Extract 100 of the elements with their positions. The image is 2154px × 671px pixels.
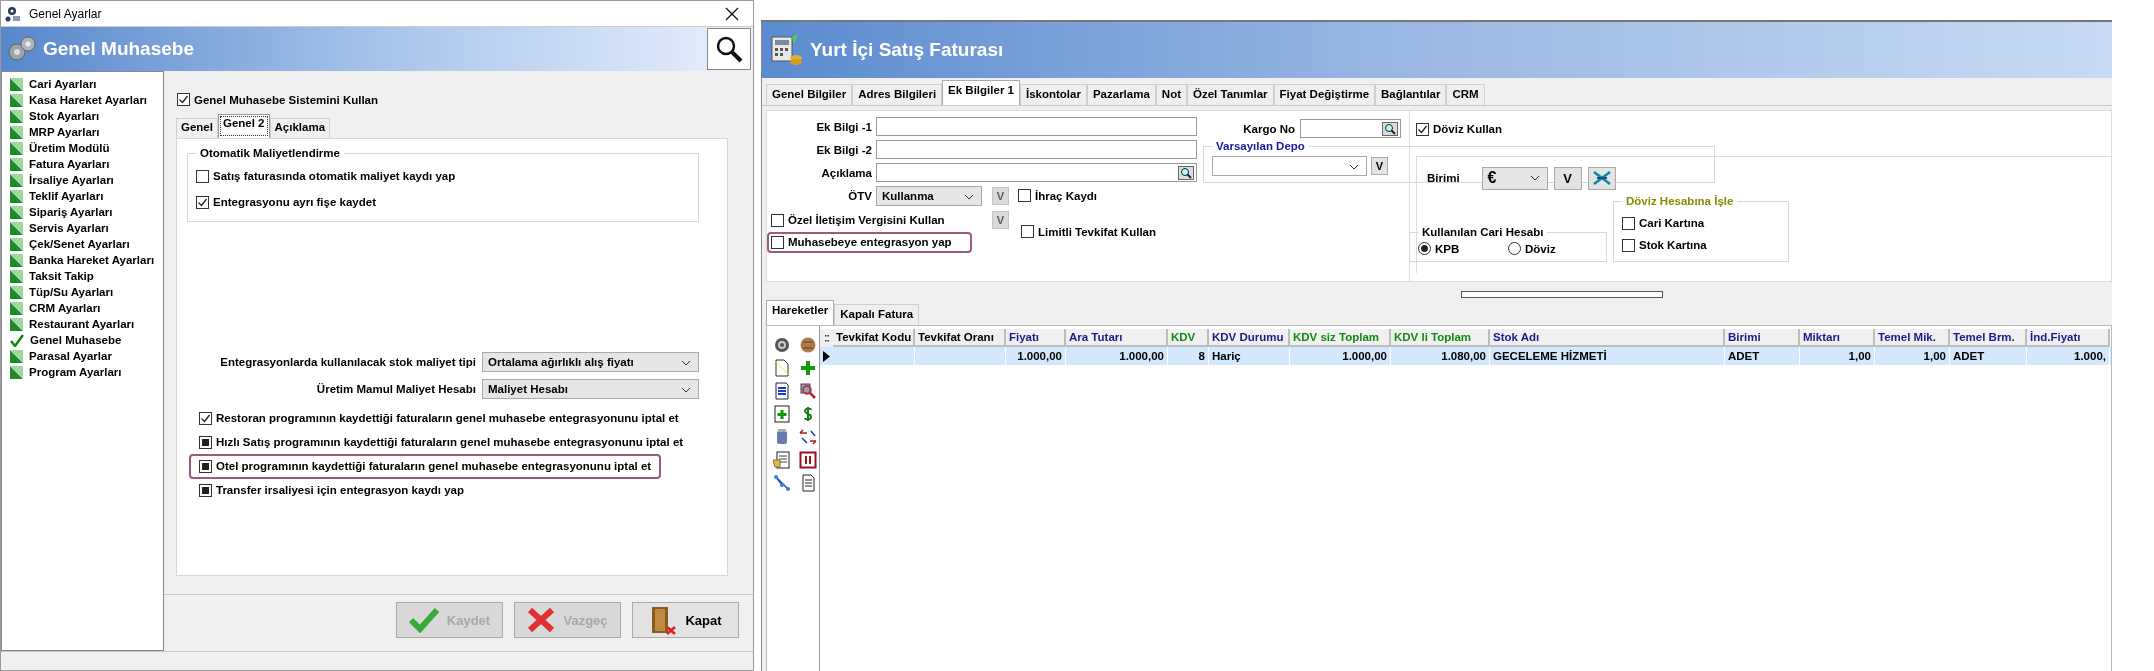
tab[interactable]: Genel — [176, 118, 218, 138]
column-header[interactable]: Tevkifat Kodu — [833, 329, 915, 347]
checkbox[interactable] — [1416, 122, 1429, 136]
text-field[interactable] — [876, 163, 1197, 182]
tab[interactable]: CRM — [1446, 84, 1485, 105]
sidebar-item[interactable]: Çek/Senet Ayarları — [2, 236, 163, 252]
tab[interactable]: Genel Bilgiler — [766, 84, 853, 105]
tab[interactable]: Pazarlama — [1086, 84, 1156, 105]
lookup-icon[interactable] — [1178, 165, 1194, 180]
column-header[interactable]: Temel Brm. — [1950, 329, 2027, 347]
flag-icon — [10, 109, 23, 123]
tab[interactable]: Ek Bilgiler 1 — [942, 80, 1020, 105]
cross-icon — [527, 607, 556, 633]
sidebar-item[interactable]: Servis Ayarları — [2, 220, 163, 236]
v-button[interactable]: V — [1553, 166, 1582, 190]
flag-icon — [10, 285, 23, 299]
column-header[interactable]: Ara Tutarı — [1066, 329, 1168, 347]
sidebar-item[interactable]: Üretim Modülü — [2, 140, 163, 156]
document-icon[interactable] — [773, 382, 791, 400]
text-document-icon[interactable] — [799, 474, 817, 492]
dropdown[interactable]: Ortalama ağırlıklı alış fiyatı — [482, 352, 699, 372]
lookup-icon[interactable] — [1382, 121, 1398, 136]
checkbox[interactable] — [1622, 238, 1635, 252]
hand-document-icon[interactable] — [773, 451, 791, 469]
sidebar-item[interactable]: Teklif Ayarları — [2, 188, 163, 204]
checkbox[interactable] — [1622, 216, 1635, 230]
checkbox[interactable] — [1021, 225, 1034, 238]
checkbox[interactable] — [771, 235, 784, 249]
close-button[interactable]: Kapat — [632, 602, 739, 638]
sidebar-item[interactable]: Genel Muhasebe — [2, 332, 163, 348]
dropdown[interactable]: Maliyet Hesabı — [482, 379, 699, 399]
tab[interactable]: Açıklama — [269, 118, 331, 138]
sidebar-item[interactable]: Stok Ayarları — [2, 108, 163, 124]
column-header[interactable]: KDV Durumu — [1209, 329, 1290, 347]
sidebar-item[interactable]: Fatura Ayarları — [2, 156, 163, 172]
search-button[interactable] — [707, 28, 751, 70]
exchange-button[interactable] — [1587, 166, 1616, 190]
page-icon[interactable] — [773, 359, 791, 377]
sidebar-item[interactable]: Restaurant Ayarları — [2, 316, 163, 332]
column-header[interactable]: İnd.Fiyatı — [2027, 329, 2110, 347]
sidebar-item[interactable]: Program Ayarları — [2, 364, 163, 380]
tab[interactable]: Hareketler — [766, 300, 835, 325]
checkbox[interactable] — [199, 483, 212, 497]
tab[interactable]: Özel Tanımlar — [1187, 84, 1274, 105]
checkbox[interactable] — [199, 411, 212, 425]
sidebar-item[interactable]: Parasal Ayarlar — [2, 348, 163, 364]
checkbox[interactable] — [196, 195, 209, 209]
sidebar-item[interactable]: Sipariş Ayarları — [2, 204, 163, 220]
text-field[interactable] — [876, 117, 1197, 136]
sidebar-item[interactable]: CRM Ayarları — [2, 300, 163, 316]
gear-icon[interactable] — [773, 336, 791, 354]
column-header[interactable]: KDV li Toplam — [1391, 329, 1490, 347]
sidebar-item[interactable]: Tüp/Su Ayarları — [2, 284, 163, 300]
close-icon[interactable] — [725, 6, 739, 21]
tab[interactable]: Fiyat Değiştirme — [1273, 84, 1376, 105]
nodes-icon[interactable] — [773, 474, 791, 492]
sidebar-item[interactable]: Banka Hareket Ayarları — [2, 252, 163, 268]
sidebar-item[interactable]: Kasa Hareket Ayarları — [2, 92, 163, 108]
tab[interactable]: Genel 2 — [217, 114, 270, 138]
checkbox[interactable] — [1018, 189, 1031, 202]
tab[interactable]: Not — [1155, 84, 1187, 105]
tab[interactable]: Kapalı Fatura — [834, 304, 920, 325]
checkbox-label: Restoran programının kaydettiği faturaların genel muhasebe entegrasyonunu iptal et — [216, 412, 679, 424]
tab[interactable]: Adres Bilgileri — [852, 84, 943, 105]
column-header[interactable]: Stok Adı — [1490, 329, 1725, 347]
checkbox[interactable] — [199, 435, 212, 449]
text-field[interactable] — [1300, 119, 1401, 138]
column-header[interactable]: Miktarı — [1800, 329, 1875, 347]
sidebar-item[interactable]: Cari Ayarları — [2, 76, 163, 92]
column-header[interactable]: Temel Mik. — [1875, 329, 1950, 347]
pause-icon[interactable] — [799, 451, 817, 469]
v-button[interactable]: V — [992, 186, 1009, 205]
column-header[interactable]: KDV — [1168, 329, 1209, 347]
checkbox[interactable] — [196, 169, 209, 183]
add-document-icon[interactable] — [773, 405, 791, 423]
column-header[interactable]: Tevkifat Oranı — [915, 329, 1006, 347]
dropdown[interactable]: Kullanma — [876, 185, 982, 206]
v-button[interactable]: V — [992, 211, 1009, 229]
column-header[interactable]: KDV siz Toplam — [1290, 329, 1391, 347]
checkbox[interactable] — [771, 213, 784, 227]
column-header[interactable]: Fiyatı — [1006, 329, 1066, 347]
v-button[interactable]: V — [1371, 157, 1388, 175]
radio-button[interactable] — [1508, 242, 1521, 255]
selected-row[interactable]: 1.000,00 1.000,00 8 Hariç 1.000,00 1.080,00 GECELEME HİZMETİ ADET 1,00 1,00 ADET 1.000, — [820, 347, 2111, 365]
globe-icon[interactable] — [799, 336, 817, 354]
sidebar-item[interactable]: MRP Ayarları — [2, 124, 163, 140]
sidebar-item[interactable]: Taksit Takip — [2, 268, 163, 284]
tab[interactable]: Bağlantılar — [1375, 84, 1447, 105]
column-header[interactable]: Birimi — [1725, 329, 1800, 347]
checkbox[interactable] — [199, 459, 212, 473]
magnifier-icon[interactable] — [799, 382, 817, 400]
sidebar-item[interactable]: İrsaliye Ayarları — [2, 172, 163, 188]
dropdown[interactable]: € — [1481, 166, 1548, 190]
text-field[interactable] — [876, 140, 1197, 159]
splitter-handle[interactable] — [1461, 291, 1663, 298]
checkbox[interactable] — [177, 93, 190, 106]
swap-icon[interactable] — [799, 428, 817, 446]
plus-icon[interactable] — [799, 359, 817, 377]
radio-button[interactable] — [1418, 242, 1431, 255]
tab[interactable]: İskontolar — [1019, 84, 1087, 105]
